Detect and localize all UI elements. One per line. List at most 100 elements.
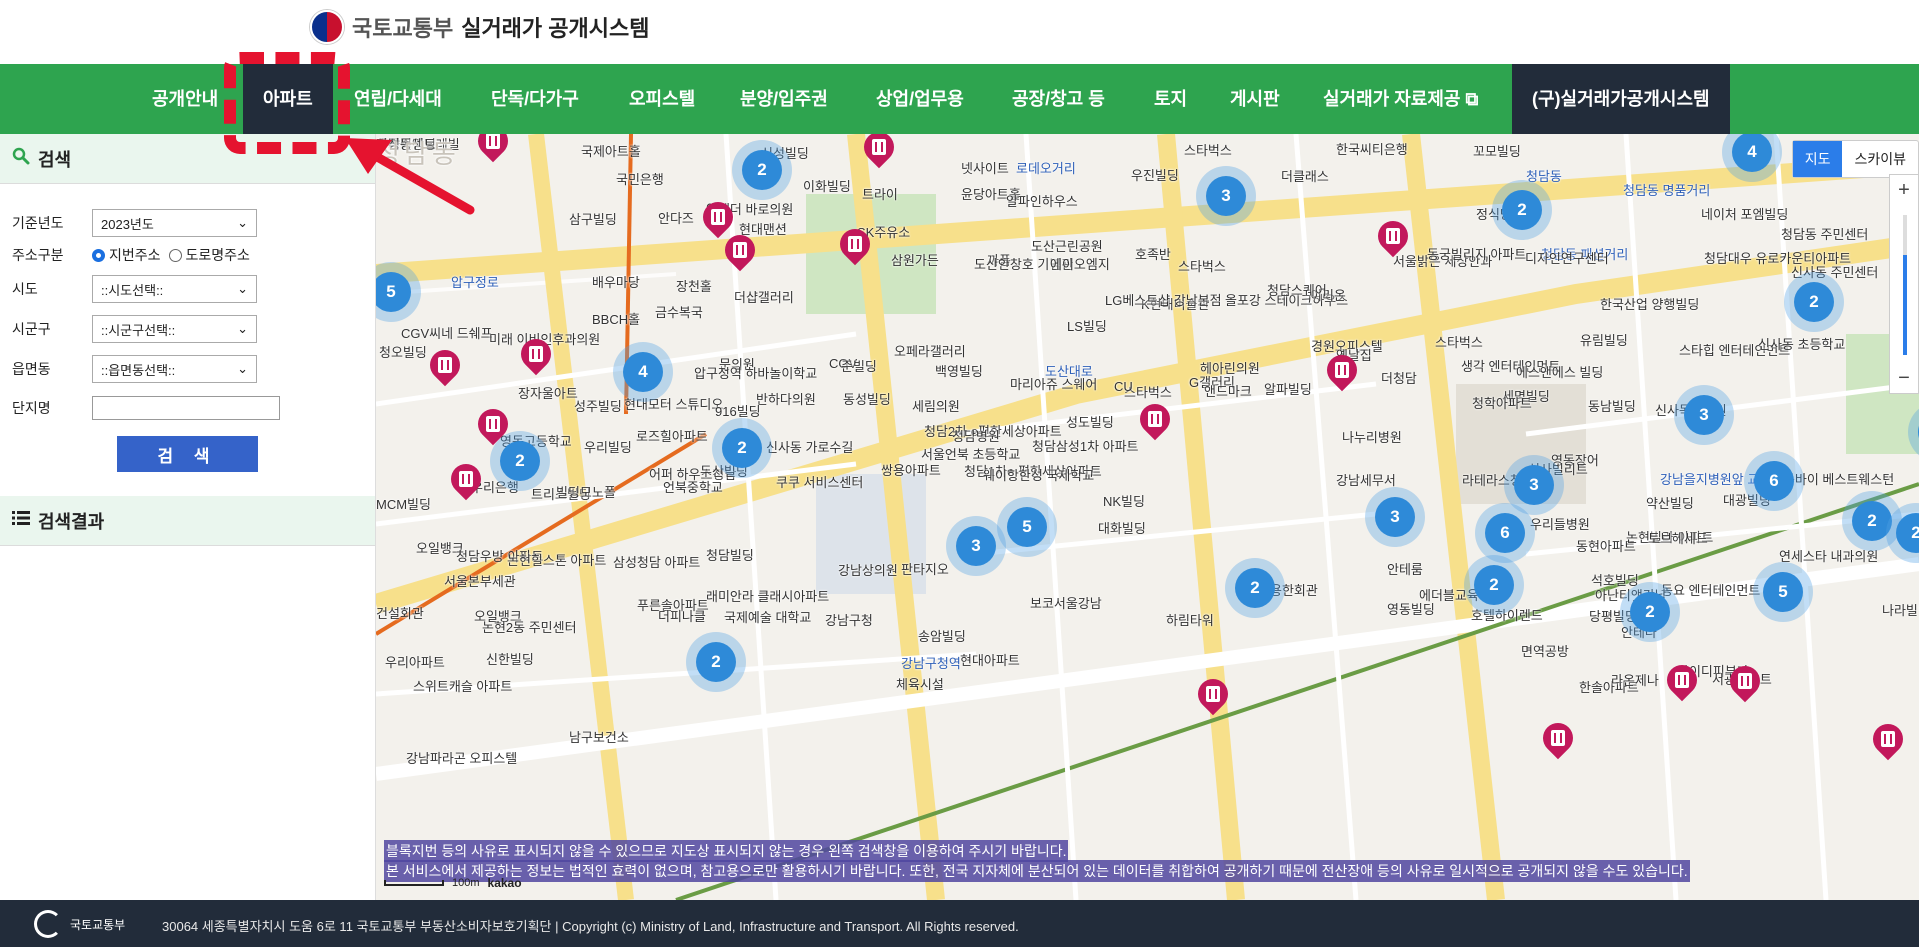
nav-guide[interactable]: 공개안내 [152,64,218,134]
map-place-label: 동궁빌리지 아파트 [1427,247,1527,262]
cluster-marker[interactable]: 2 [742,150,782,190]
cluster-marker[interactable]: 3 [1375,497,1415,537]
sido-label: 시도 [12,281,38,297]
map-place-label: 쿠쿠 서비스센터 [776,475,864,490]
map-notice-1: 블록지번 등의 사유로 표시되지 않을 수 있으므로 지도상 표시되지 않는 경… [384,840,1069,862]
nav-data-provision[interactable]: 실거래가 자료제공 ⧉ [1323,64,1478,134]
cluster-marker[interactable]: 2 [500,441,540,481]
result-title: 검색결과 [38,511,105,532]
nav-officetel[interactable]: 오피스텔 [629,64,695,134]
footer-logo: 국토교통부 [34,910,125,938]
apartment-pin-icon[interactable] [1371,214,1415,258]
year-select-value: 2023년도 [101,216,154,232]
zoom-out-button[interactable]: − [1890,363,1918,393]
map-place-label: 언북중학교 [663,480,723,495]
emd-label: 읍면동 [12,361,51,377]
year-select[interactable]: 2023년도 ⌄ [92,209,257,237]
apartment-pin-icon[interactable] [423,343,467,387]
map-place-label: 면역공방 [1521,644,1569,659]
cluster-marker[interactable]: 3 [1684,395,1724,435]
nav-rowhouse[interactable]: 연립/다세대 [354,64,442,134]
apartment-pin-icon[interactable] [1191,672,1235,716]
road-radio[interactable] [168,248,182,262]
map-place-label: 건설회관 [376,606,424,621]
cluster-marker[interactable]: 2 [1474,565,1514,605]
cluster-marker[interactable]: 2 [1794,282,1834,322]
apartment-pin-icon[interactable] [857,134,901,169]
map-place-label: 국민은행 [616,172,664,187]
zoom-in-button[interactable]: + [1890,175,1918,205]
map-place-label: 더클래스 [1281,169,1329,184]
nav-land[interactable]: 토지 [1154,64,1187,134]
map-view[interactable]: 국제아트홀 신성빌딩 넷사이트 로데오거리 스타벅스 한국씨티은행 꼬모빌딩 압구정로 국민은행… [376,134,1919,900]
map-place-label: 안테룸 [1387,562,1423,577]
cluster-marker[interactable]: 5 [1763,572,1803,612]
map-place-label: 청오빌딩 [379,345,427,360]
map-type-road-button[interactable]: 지도 [1792,141,1843,177]
map-place-label: 연세스타 내과의원 [1779,549,1879,564]
cluster-marker[interactable]: 3 [1206,176,1246,216]
cluster-marker[interactable]: 2 [722,428,762,468]
cluster-marker[interactable]: 2 [1235,568,1275,608]
cluster-marker[interactable]: 2 [696,642,736,682]
map-place-label: 강남상의원 [838,563,898,578]
map-place-label: 삼성청담 아파트 [613,555,701,570]
map-place-label: 916빌딩 [715,404,761,419]
nav-detached[interactable]: 단독/다가구 [491,64,579,134]
nav-board[interactable]: 게시판 [1230,64,1280,134]
sigungu-row: 시군구 ::시군구선택:: ⌄ [12,315,257,343]
cluster-marker[interactable]: 3 [1514,465,1554,505]
cluster-marker[interactable]: 2 [1630,592,1670,632]
map-place-label: 웨이항한성 국제학교 [983,468,1095,483]
map-place-label: 우리아파트 [385,655,445,670]
cluster-marker[interactable]: 2 [1852,501,1892,541]
apartment-pin-icon[interactable] [471,402,515,446]
map-place-label: 로즈힐아파트 [636,429,708,444]
zoom-slider-fill [1903,255,1907,355]
apartment-pin-icon[interactable] [833,222,877,266]
apartment-pin-icon[interactable] [1660,658,1704,702]
apartment-pin-icon[interactable] [696,195,740,239]
map-place-label: 빌딩모노폴 [556,485,616,500]
site-logo[interactable]: 국토교통부 실거래가 공개시스템 [310,10,649,44]
apartment-pin-icon[interactable] [718,228,762,272]
map-place-label: 압구정역 하바놀이학교 [694,366,818,381]
apartment-pin-icon[interactable] [1320,348,1364,392]
apartment-pin-icon[interactable] [1536,716,1580,760]
nav-commercial[interactable]: 상업/업무용 [876,64,964,134]
apartment-pin-icon[interactable] [444,457,488,501]
emd-select[interactable]: ::읍면동선택:: ⌄ [92,355,257,383]
map-place-label: 배우마당 [592,275,640,290]
apartment-pin-icon[interactable] [514,332,558,376]
apartment-pin-icon[interactable] [471,134,515,163]
apartment-pin-icon[interactable] [1866,717,1910,761]
search-button[interactable]: 검 색 [117,436,258,472]
sido-select[interactable]: ::시도선택:: ⌄ [92,275,257,303]
nav-presale[interactable]: 분양/입주권 [740,64,828,134]
nav-factory[interactable]: 공장/창고 등 [1012,64,1105,134]
apartment-pin-icon[interactable] [1133,397,1177,441]
map-place-label: 트라이 [862,187,898,202]
nav-legacy-system[interactable]: (구)실거래가공개시스템 [1512,64,1730,134]
cluster-marker[interactable]: 2 [1502,190,1542,230]
sido-row: 시도 ::시도선택:: ⌄ [12,275,257,303]
map-place-label: 세림의원 [912,399,960,414]
road-radio-label: 도로명주소 [185,247,250,263]
sigungu-select[interactable]: ::시군구선택:: ⌄ [92,315,257,343]
complex-name-input[interactable] [92,396,280,420]
map-place-label: 신사동 초등학교 [1758,337,1846,352]
cluster-marker[interactable]: 6 [1754,461,1794,501]
cluster-marker[interactable]: 3 [956,526,996,566]
cluster-marker[interactable]: 4 [623,352,663,392]
map-place-label: 신사동 주민센터 [1791,265,1879,280]
cluster-marker[interactable]: 5 [1007,507,1047,547]
map-place-label: 나누리병원 [1342,430,1402,445]
map-place-label: 하림타워 [1166,613,1214,628]
apartment-pin-icon[interactable] [1723,659,1767,703]
map-type-skyview-button[interactable]: 스카이뷰 [1842,141,1918,177]
map-place-label: 판타지오 [901,562,949,577]
map-place-label: 에더블교육 [1419,588,1479,603]
sigungu-label: 시군구 [12,321,51,337]
cluster-marker[interactable]: 6 [1485,513,1525,553]
jibun-radio[interactable] [92,248,105,262]
